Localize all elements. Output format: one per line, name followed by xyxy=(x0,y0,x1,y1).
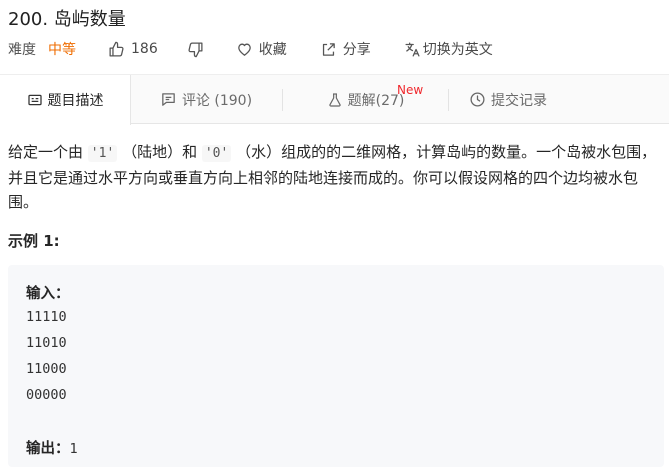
new-badge: New xyxy=(397,83,424,97)
problem-meta-bar: 难度 中等 186 收藏 分享 切换为英文 xyxy=(8,39,493,59)
translate-label: 切换为英文 xyxy=(422,42,493,58)
description-text: （陆地）和 xyxy=(122,143,198,161)
clock-icon xyxy=(470,92,485,107)
tab-submissions-label: 提交记录 xyxy=(491,92,547,109)
output-value: 1 xyxy=(69,441,78,457)
problem-title: 200. 岛屿数量 xyxy=(8,9,126,30)
example-code-block: 输入： 11110 11010 11000 00000 输出：1 xyxy=(8,265,664,467)
dislike-button[interactable] xyxy=(187,41,204,58)
description-icon xyxy=(27,94,42,106)
example-title: 示例 1: xyxy=(8,232,60,250)
heart-icon xyxy=(237,43,251,56)
tab-description-label: 题目描述 xyxy=(47,93,104,109)
favorite-button[interactable]: 收藏 xyxy=(236,39,287,59)
like-count: 186 xyxy=(131,41,158,57)
thumbs-down-icon xyxy=(188,41,203,57)
difficulty-value: 中等 xyxy=(48,42,76,58)
favorite-label: 收藏 xyxy=(258,42,287,58)
grid-row: 11000 xyxy=(26,361,67,377)
output-line: 输出：1 xyxy=(26,437,78,458)
tab-comments[interactable]: 评论 (190) xyxy=(131,75,281,124)
grid-row: 00000 xyxy=(26,387,67,403)
share-label: 分享 xyxy=(342,42,371,58)
translate-icon xyxy=(405,41,420,57)
tab-submissions[interactable]: 提交记录 xyxy=(449,75,567,124)
inline-code: '1' xyxy=(87,145,118,162)
description-text: 给定一个由 xyxy=(8,143,84,161)
difficulty-label: 难度 xyxy=(8,42,36,58)
comment-icon xyxy=(162,93,175,106)
output-label: 输出： xyxy=(26,441,70,457)
grid-row: 11110 xyxy=(26,309,67,325)
share-button[interactable]: 分享 xyxy=(320,39,371,59)
inline-code: '0' xyxy=(201,145,232,162)
input-label: 输入： xyxy=(26,286,70,302)
grid-row: 11010 xyxy=(26,335,67,351)
tab-solutions[interactable]: 题解(27) New xyxy=(283,75,448,124)
thumbs-up-icon xyxy=(109,41,124,57)
flask-icon xyxy=(328,92,341,107)
like-button[interactable]: 186 xyxy=(108,41,158,58)
share-icon xyxy=(322,42,335,56)
tab-description[interactable]: 题目描述 xyxy=(0,75,131,125)
tab-solutions-label: 题解(27) xyxy=(347,92,405,109)
tab-comments-label: 评论 (190) xyxy=(181,92,253,109)
translate-button[interactable]: 切换为英文 xyxy=(404,39,493,59)
problem-description: 给定一个由 '1' （陆地）和 '0' （水）组成的的二维网格，计算岛屿的数量。… xyxy=(8,140,664,214)
tab-bar: 题目描述 评论 (190) 题解(27) New 提交记录 xyxy=(0,74,669,125)
